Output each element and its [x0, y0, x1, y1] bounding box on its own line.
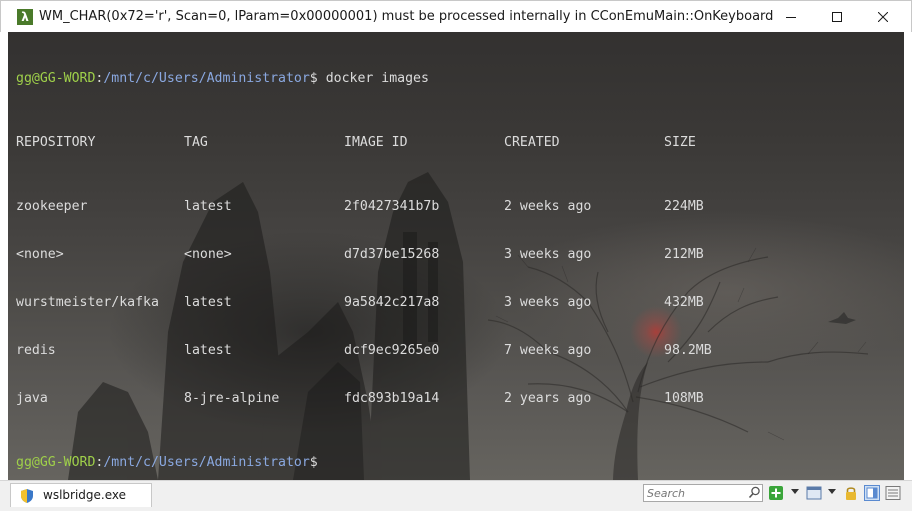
header-image-id: IMAGE ID — [344, 135, 408, 150]
prompt-user-host: gg@GG-WORD — [16, 455, 96, 470]
maximize-icon — [832, 11, 842, 22]
split-view-icon[interactable] — [864, 485, 880, 501]
close-button[interactable] — [860, 1, 906, 32]
prompt-symbol: $ — [309, 71, 318, 86]
header-size: SIZE — [664, 135, 696, 150]
cell-image-id: dcf9ec9265e0 — [344, 343, 440, 358]
cell-created: 2 weeks ago — [504, 199, 592, 214]
status-bar: wslbridge.exe — [0, 480, 912, 511]
lock-icon[interactable] — [843, 485, 859, 501]
cell-image-id: 9a5842c217a8 — [344, 295, 440, 310]
table-row: java 8-jre-alpine fdc893b19a14 2 years a… — [16, 391, 704, 407]
add-console-icon[interactable] — [768, 485, 784, 501]
cell-repository: redis — [16, 343, 56, 358]
window-title: WM_CHAR(0x72='r', Scan=0, lParam=0x00000… — [39, 9, 774, 24]
terminal-output: gg@GG-WORD:/mnt/c/Users/Administrator$ d… — [16, 39, 712, 480]
prompt-symbol: $ — [309, 455, 318, 470]
chevron-down-icon[interactable] — [828, 489, 836, 495]
cell-repository: wurstmeister/kafka — [16, 295, 159, 310]
prompt-path: /mnt/c/Users/Administrator — [103, 71, 310, 86]
header-created: CREATED — [504, 135, 560, 150]
cell-repository: <none> — [16, 247, 64, 262]
table-header-row: REPOSITORY TAG IMAGE ID CREATED SIZE — [16, 135, 696, 151]
title-bar[interactable]: λ WM_CHAR(0x72='r', Scan=0, lParam=0x000… — [0, 0, 912, 32]
prompt-path: /mnt/c/Users/Administrator — [103, 455, 310, 470]
cell-image-id: 2f0427341b7b — [344, 199, 440, 214]
cell-repository: zookeeper — [16, 199, 88, 214]
lambda-app-icon[interactable]: λ — [17, 9, 33, 25]
cell-image-id: fdc893b19a14 — [344, 391, 440, 406]
cell-size: 432MB — [664, 295, 704, 310]
chevron-down-icon[interactable] — [791, 489, 799, 495]
cell-size: 108MB — [664, 391, 704, 406]
terminal-console[interactable]: gg@GG-WORD:/mnt/c/Users/Administrator$ d… — [8, 32, 904, 480]
cell-tag: 8-jre-alpine — [184, 391, 280, 406]
table-row: wurstmeister/kafka latest 9a5842c217a8 3… — [16, 295, 704, 311]
console-tab[interactable]: wslbridge.exe — [10, 483, 152, 507]
header-tag: TAG — [184, 135, 208, 150]
prompt-user-host: gg@GG-WORD — [16, 71, 96, 86]
close-icon — [878, 11, 888, 22]
cell-created: 3 weeks ago — [504, 295, 592, 310]
search-box[interactable] — [643, 484, 763, 502]
search-input[interactable] — [644, 485, 744, 501]
table-row: redis latest dcf9ec9265e0 7 weeks ago 98… — [16, 343, 712, 359]
cell-created: 7 weeks ago — [504, 343, 592, 358]
search-icon[interactable] — [748, 486, 761, 499]
cell-repository: java — [16, 391, 48, 406]
cell-size: 224MB — [664, 199, 704, 214]
console-tab-label: wslbridge.exe — [43, 488, 127, 502]
cell-image-id: d7d37be15268 — [344, 247, 440, 262]
cell-size: 212MB — [664, 247, 704, 262]
window-layout-icon[interactable] — [806, 485, 822, 501]
cell-tag: latest — [184, 295, 232, 310]
cell-tag: latest — [184, 343, 232, 358]
cell-size: 98.2MB — [664, 343, 712, 358]
table-row: zookeeper latest 2f0427341b7b 2 weeks ag… — [16, 199, 704, 215]
shield-icon — [21, 489, 33, 503]
cell-created: 2 years ago — [504, 391, 592, 406]
cell-tag: <none> — [184, 247, 232, 262]
prompt-line: gg@GG-WORD:/mnt/c/Users/Administrator$ d… — [16, 71, 429, 87]
maximize-button[interactable] — [814, 1, 860, 32]
prompt-line: gg@GG-WORD:/mnt/c/Users/Administrator$ — [16, 455, 429, 471]
header-repository: REPOSITORY — [16, 135, 96, 150]
table-row: <none> <none> d7d37be15268 3 weeks ago 2… — [16, 247, 704, 263]
minimize-icon — [786, 16, 796, 18]
cell-tag: latest — [184, 199, 232, 214]
panel-toggle-icon[interactable] — [885, 485, 901, 501]
command-text: docker images — [317, 71, 429, 86]
minimize-button[interactable] — [768, 1, 814, 32]
cell-created: 3 weeks ago — [504, 247, 592, 262]
